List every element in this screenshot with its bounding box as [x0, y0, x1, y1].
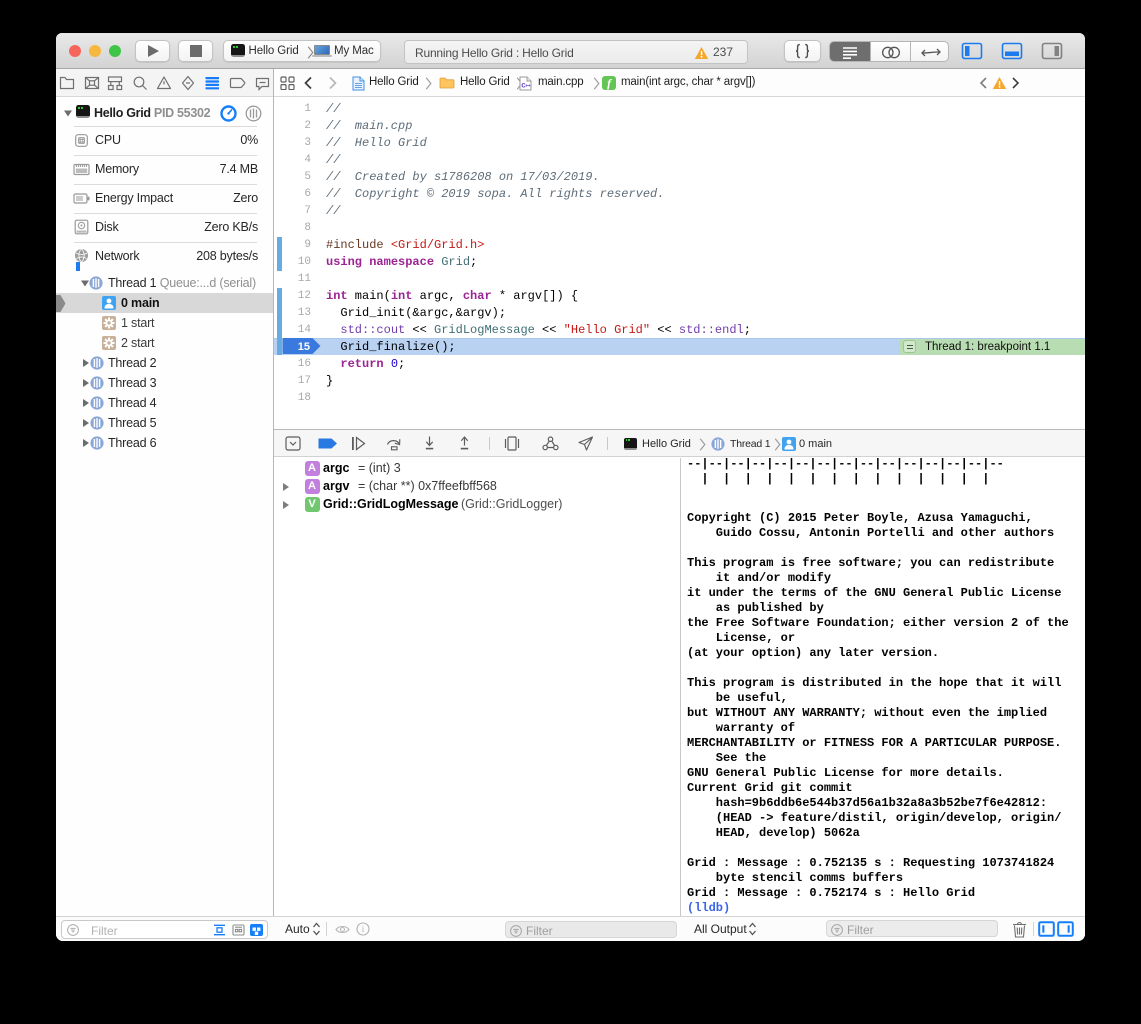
svg-text:c: c: [521, 80, 526, 89]
svg-text:15: 15: [298, 341, 310, 353]
svg-text:i: i: [362, 924, 365, 934]
